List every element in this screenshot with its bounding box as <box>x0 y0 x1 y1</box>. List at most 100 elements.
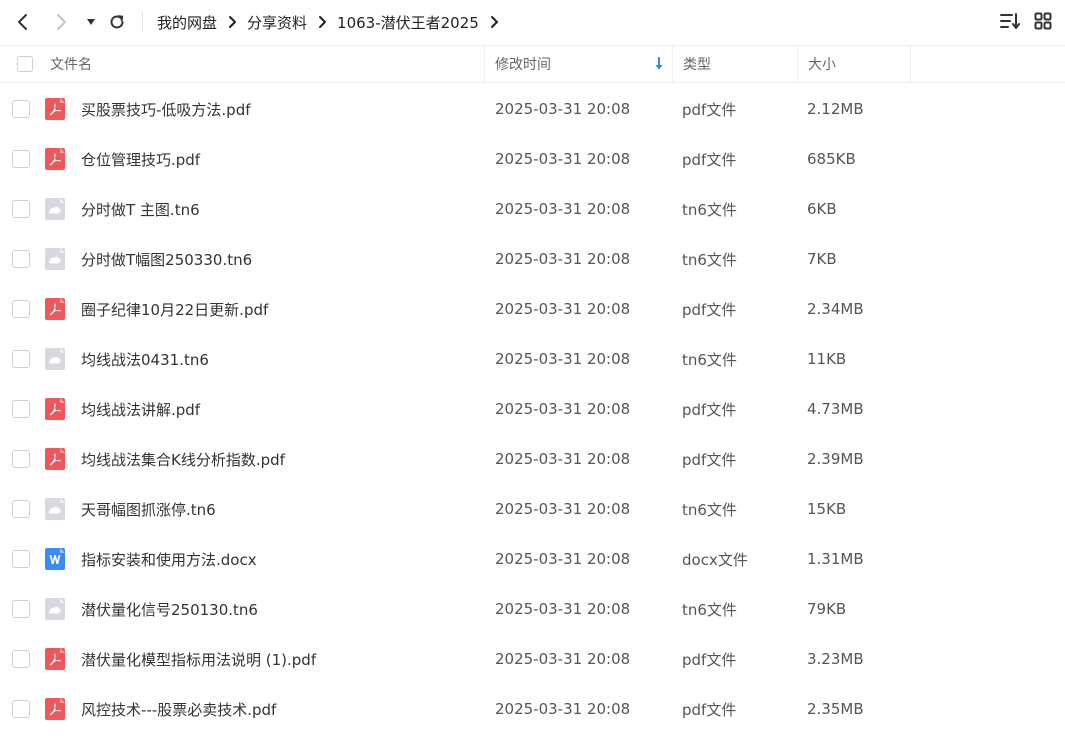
file-list-header: 文件名 修改时间 类型 大小 <box>0 45 1065 83</box>
column-header-name[interactable]: 文件名 <box>50 46 92 82</box>
file-name[interactable]: 仓位管理技巧.pdf <box>81 134 200 184</box>
file-row[interactable]: 均线战法讲解.pdf 2025-03-31 20:08 pdf文件 4.73MB <box>0 384 1065 434</box>
file-checkbox[interactable] <box>12 400 30 418</box>
breadcrumb: 我的网盘 分享资料 1063-潜伏王者2025 <box>157 10 509 34</box>
select-all-checkbox[interactable] <box>17 56 33 72</box>
sort-button[interactable] <box>999 10 1021 32</box>
file-row[interactable]: 风控技术---股票必卖技术.pdf 2025-03-31 20:08 pdf文件 2.… <box>0 684 1065 734</box>
file-checkbox[interactable] <box>12 350 30 368</box>
file-checkbox[interactable] <box>12 650 30 668</box>
grid-view-button[interactable] <box>1032 10 1054 32</box>
file-checkbox[interactable] <box>12 550 30 568</box>
file-modified-time: 2025-03-31 20:08 <box>495 650 631 668</box>
file-modified-time: 2025-03-31 20:08 <box>495 200 631 218</box>
file-name[interactable]: 分时做T 主图.tn6 <box>81 184 200 234</box>
file-name[interactable]: 潜伏量化模型指标用法说明 (1).pdf <box>81 634 316 684</box>
file-size: 2.34MB <box>807 300 864 318</box>
cloud-file-icon <box>44 484 66 534</box>
column-divider[interactable] <box>672 46 673 82</box>
file-type: pdf文件 <box>682 700 737 719</box>
file-checkbox[interactable] <box>12 150 30 168</box>
forward-button[interactable] <box>47 8 75 36</box>
file-size: 15KB <box>807 500 847 518</box>
history-dropdown-button[interactable] <box>77 8 105 36</box>
file-size: 2.12MB <box>807 100 864 118</box>
file-row[interactable]: 均线战法集合K线分析指数.pdf 2025-03-31 20:08 pdf文件 2.3… <box>0 434 1065 484</box>
file-row[interactable]: 分时做T幅图250330.tn6 2025-03-31 20:08 tn6文件 7KB <box>0 234 1065 284</box>
file-row[interactable]: 指标安装和使用方法.docx 2025-03-31 20:08 docx文件 1.31… <box>0 534 1065 584</box>
refresh-icon <box>110 15 124 29</box>
file-row[interactable]: 仓位管理技巧.pdf 2025-03-31 20:08 pdf文件 685KB <box>0 134 1065 184</box>
file-checkbox[interactable] <box>12 700 30 718</box>
file-name[interactable]: 风控技术---股票必卖技术.pdf <box>81 684 276 734</box>
file-type: tn6文件 <box>682 500 737 519</box>
file-modified-time: 2025-03-31 20:08 <box>495 250 631 268</box>
file-row[interactable]: 潜伏量化信号250130.tn6 2025-03-31 20:08 tn6文件 79K… <box>0 584 1065 634</box>
file-type: pdf文件 <box>682 150 737 169</box>
file-name[interactable]: 圈子纪律10月22日更新.pdf <box>81 284 268 334</box>
file-row[interactable]: 买股票技巧-低吸方法.pdf 2025-03-31 20:08 pdf文件 2.12M… <box>0 84 1065 134</box>
file-checkbox[interactable] <box>12 500 30 518</box>
column-header-modified[interactable]: 修改时间 <box>495 46 670 82</box>
file-size: 11KB <box>807 350 847 368</box>
file-type: docx文件 <box>682 550 748 569</box>
column-header-size[interactable]: 大小 <box>808 46 836 82</box>
pdf-file-icon <box>44 84 66 134</box>
file-size: 685KB <box>807 150 856 168</box>
toolbar-divider <box>142 12 143 32</box>
file-modified-time: 2025-03-31 20:08 <box>495 450 631 468</box>
file-name[interactable]: 指标安装和使用方法.docx <box>81 534 257 584</box>
back-button[interactable] <box>9 8 37 36</box>
file-select-cell <box>12 134 30 184</box>
file-checkbox[interactable] <box>12 100 30 118</box>
file-row[interactable]: 分时做T 主图.tn6 2025-03-31 20:08 tn6文件 6KB <box>0 184 1065 234</box>
file-checkbox[interactable] <box>12 450 30 468</box>
file-row[interactable]: 潜伏量化模型指标用法说明 (1).pdf 2025-03-31 20:08 pdf文… <box>0 634 1065 684</box>
file-name[interactable]: 均线战法讲解.pdf <box>81 384 200 434</box>
file-row[interactable]: 圈子纪律10月22日更新.pdf 2025-03-31 20:08 pdf文件 2.3… <box>0 284 1065 334</box>
file-name[interactable]: 均线战法0431.tn6 <box>81 334 209 384</box>
file-select-cell <box>12 284 30 334</box>
file-type: tn6文件 <box>682 600 737 619</box>
column-divider[interactable] <box>910 46 911 82</box>
file-modified-time: 2025-03-31 20:08 <box>495 700 631 718</box>
refresh-button[interactable] <box>103 8 131 36</box>
view-tools <box>999 10 1065 32</box>
column-header-type[interactable]: 类型 <box>683 46 711 82</box>
file-size: 7KB <box>807 250 837 268</box>
file-type: pdf文件 <box>682 300 737 319</box>
cloud-file-icon <box>44 584 66 634</box>
column-divider[interactable] <box>797 46 798 82</box>
grid-view-icon <box>1034 12 1052 30</box>
file-name[interactable]: 分时做T幅图250330.tn6 <box>81 234 252 284</box>
select-all-cell <box>17 46 33 82</box>
toolbar: 我的网盘 分享资料 1063-潜伏王者2025 <box>0 0 1065 44</box>
file-select-cell <box>12 84 30 134</box>
file-type: pdf文件 <box>682 400 737 419</box>
breadcrumb-expand-icon[interactable] <box>479 12 509 32</box>
file-name[interactable]: 天哥幅图抓涨停.tn6 <box>81 484 216 534</box>
file-checkbox[interactable] <box>12 300 30 318</box>
file-name[interactable]: 潜伏量化信号250130.tn6 <box>81 584 258 634</box>
file-checkbox[interactable] <box>12 200 30 218</box>
file-checkbox[interactable] <box>12 250 30 268</box>
breadcrumb-item-current-folder[interactable]: 1063-潜伏王者2025 <box>337 12 479 33</box>
chevron-left-icon <box>18 14 27 30</box>
file-modified-time: 2025-03-31 20:08 <box>495 300 631 318</box>
file-size: 2.39MB <box>807 450 864 468</box>
file-select-cell <box>12 434 30 484</box>
file-checkbox[interactable] <box>12 600 30 618</box>
column-divider[interactable] <box>484 46 485 82</box>
file-modified-time: 2025-03-31 20:08 <box>495 350 631 368</box>
file-row[interactable]: 天哥幅图抓涨停.tn6 2025-03-31 20:08 tn6文件 15KB <box>0 484 1065 534</box>
file-name[interactable]: 买股票技巧-低吸方法.pdf <box>81 84 251 134</box>
file-name[interactable]: 均线战法集合K线分析指数.pdf <box>81 434 285 484</box>
file-select-cell <box>12 584 30 634</box>
file-type: tn6文件 <box>682 350 737 369</box>
breadcrumb-item-my-drive[interactable]: 我的网盘 <box>157 12 217 33</box>
file-row[interactable]: 均线战法0431.tn6 2025-03-31 20:08 tn6文件 11KB <box>0 334 1065 384</box>
breadcrumb-item-shared[interactable]: 分享资料 <box>247 12 307 33</box>
caret-down-icon <box>87 19 95 25</box>
sort-descending-icon <box>655 57 663 70</box>
file-type: tn6文件 <box>682 200 737 219</box>
